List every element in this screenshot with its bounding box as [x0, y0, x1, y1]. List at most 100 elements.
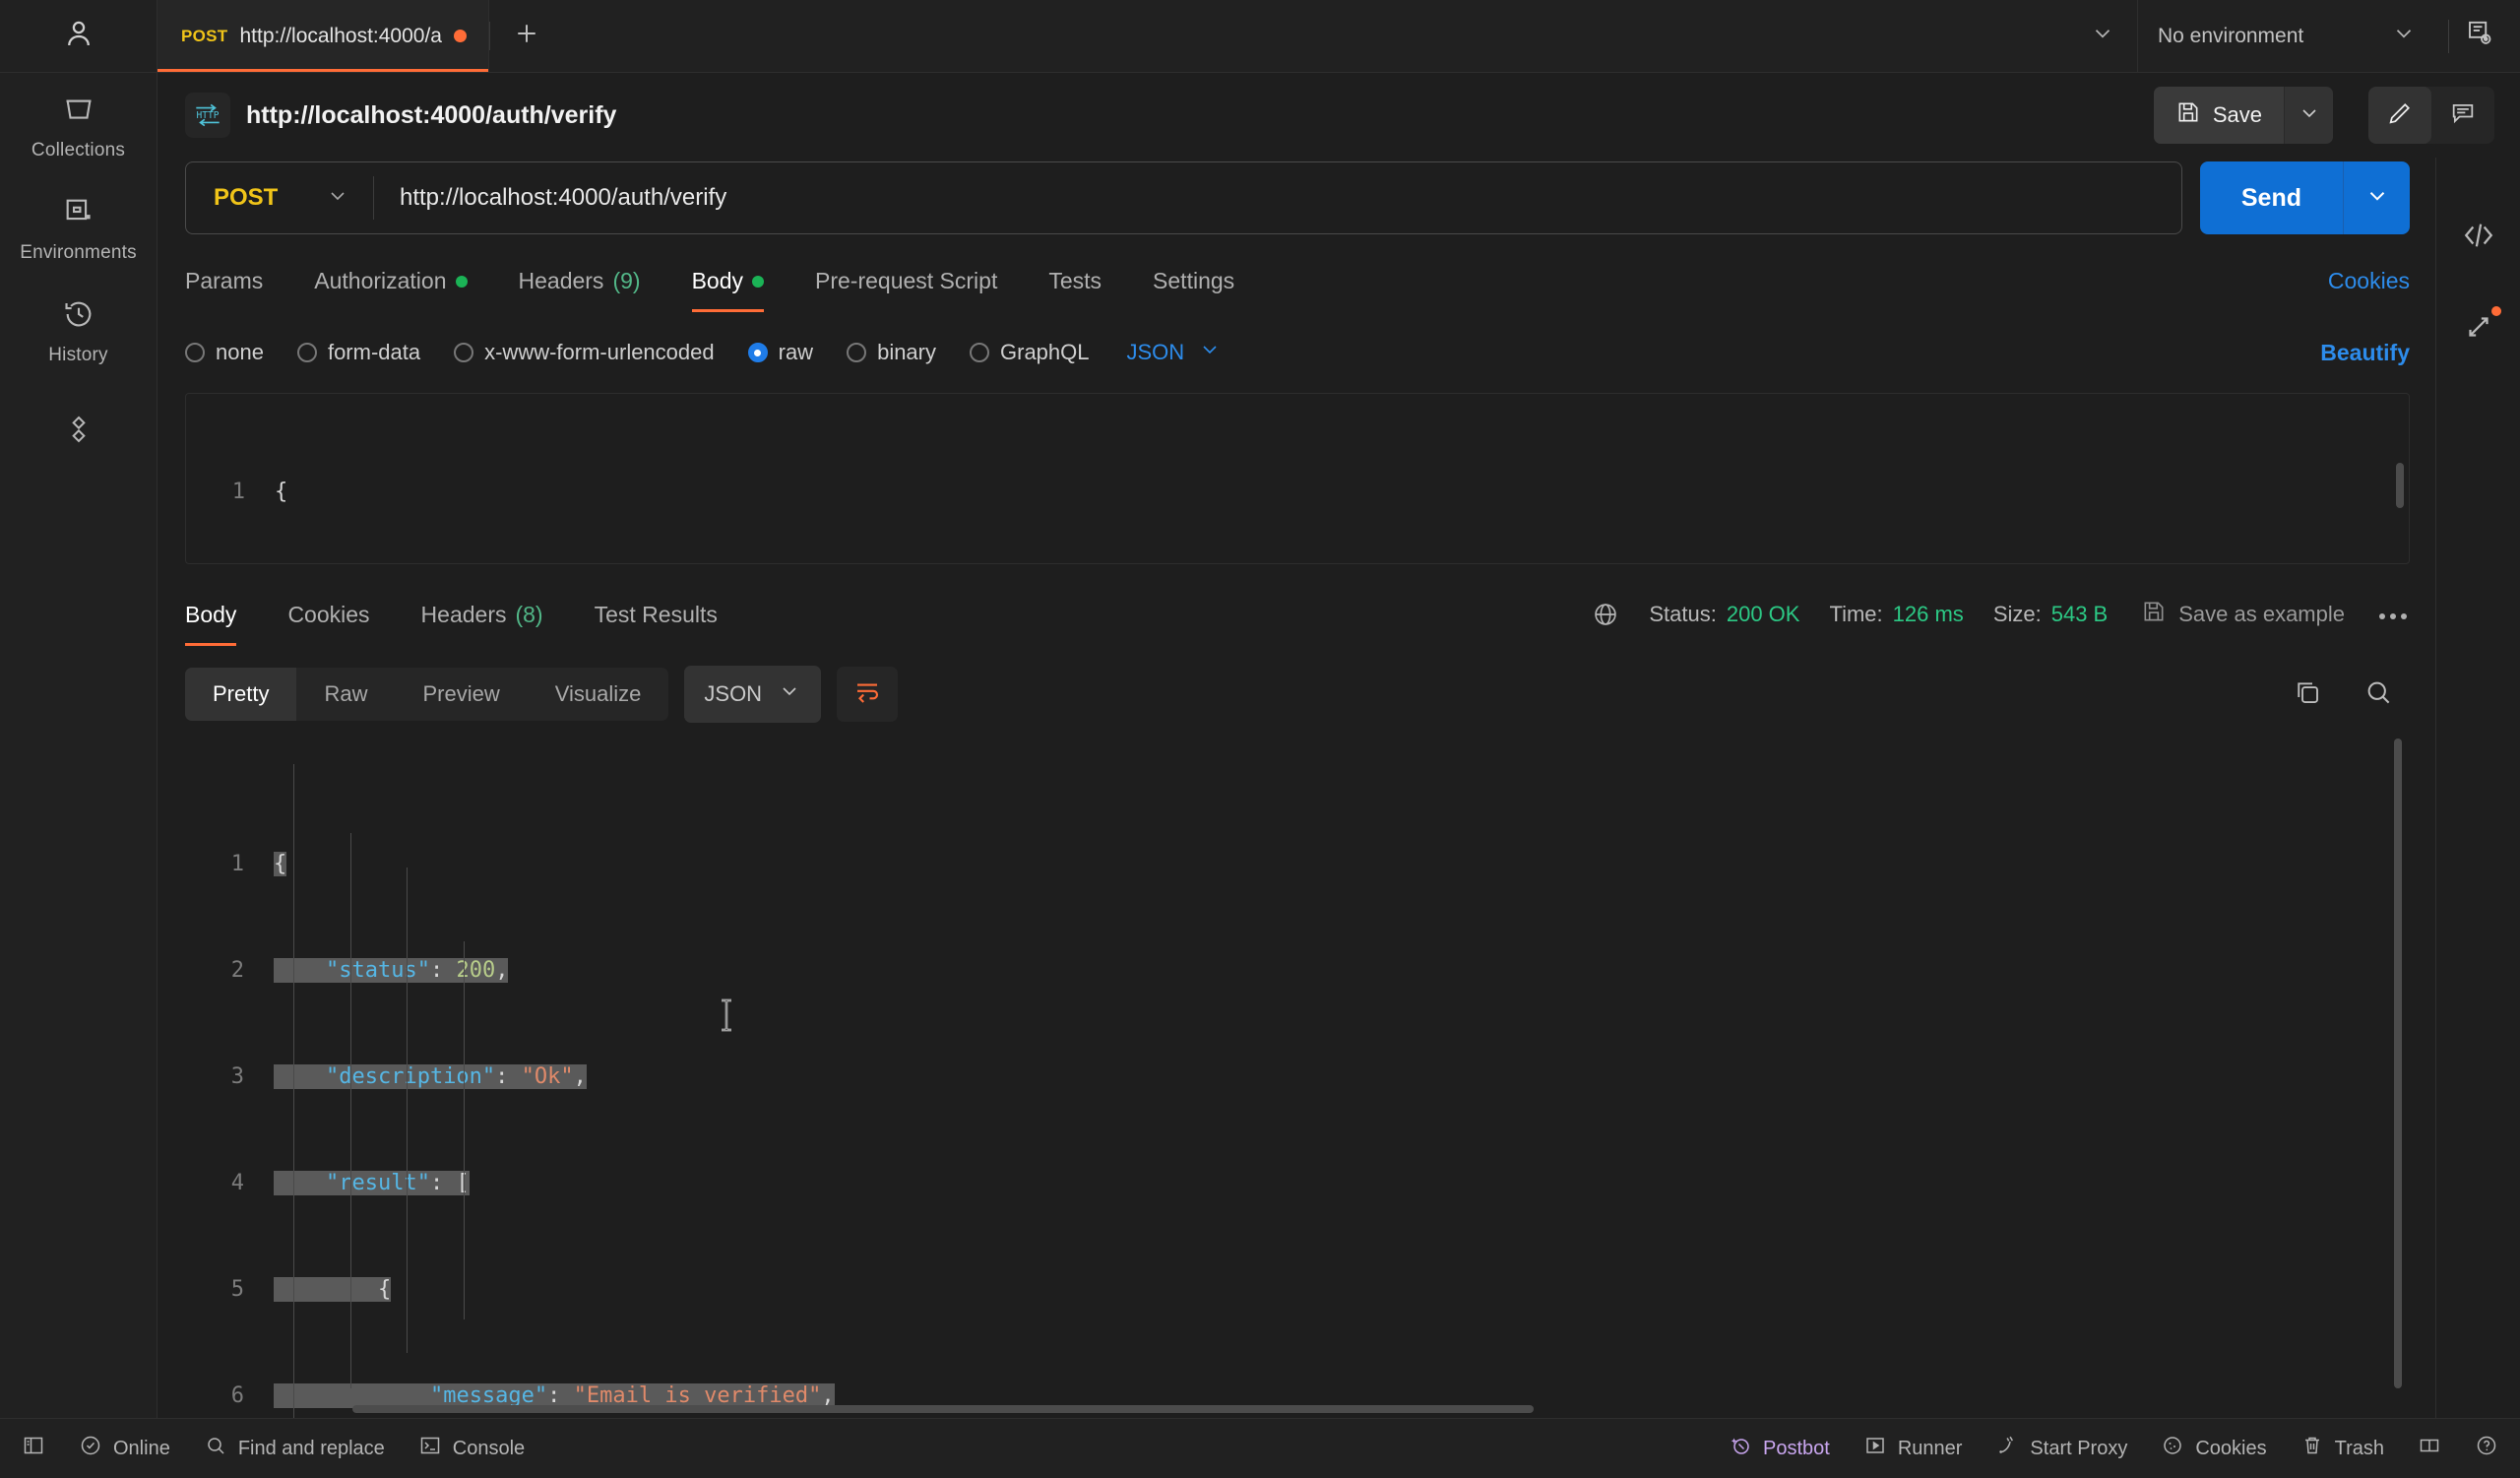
pencil-icon: [2386, 99, 2414, 132]
help-button[interactable]: [2475, 1434, 2498, 1463]
send-button[interactable]: Send: [2200, 161, 2343, 234]
url-input[interactable]: [374, 162, 2181, 233]
tab-body[interactable]: Body: [666, 258, 789, 312]
body-type-binary[interactable]: binary: [847, 340, 936, 365]
response-tab-test-results[interactable]: Test Results: [569, 592, 743, 646]
find-and-replace-label: Find and replace: [238, 1438, 385, 1460]
response-toolbar: Pretty Raw Preview Visualize JSON: [158, 666, 2435, 723]
response-body-code: 1 { 2 "status": 200, 3 "description": "O…: [185, 735, 2410, 1418]
cookies-button[interactable]: Cookies: [2161, 1434, 2266, 1463]
view-mode-preview[interactable]: Preview: [395, 668, 527, 721]
runner-button[interactable]: Runner: [1863, 1434, 1963, 1463]
body-type-raw[interactable]: raw: [748, 340, 813, 365]
tab-authorization[interactable]: Authorization: [288, 258, 492, 312]
console-button[interactable]: Console: [418, 1434, 525, 1463]
request-body-code: 1 { 2 ····"email":·"abcd1234@gmail.com",…: [186, 404, 2409, 564]
postbot-button[interactable]: Postbot: [1729, 1434, 1830, 1463]
tab-settings[interactable]: Settings: [1127, 258, 1260, 312]
body-format-selector[interactable]: JSON: [1127, 338, 1223, 367]
line-number: 6: [185, 1379, 260, 1414]
environment-label: No environment: [2158, 25, 2303, 48]
cookie-icon: [2161, 1434, 2184, 1463]
code-snippet-button[interactable]: [2462, 219, 2495, 257]
share-button[interactable]: [2462, 310, 2495, 349]
response-editor-hscrollbar[interactable]: [352, 1405, 1534, 1413]
environment-quick-look-icon: [2465, 19, 2494, 53]
chevron-down-icon: [2391, 21, 2417, 51]
trash-button[interactable]: Trash: [2300, 1434, 2384, 1463]
sidebar-item-apps[interactable]: [0, 380, 157, 464]
edit-request-button[interactable]: [2368, 87, 2431, 144]
environment-quick-look-button[interactable]: [2465, 19, 2520, 53]
sidebar-toggle-icon: [22, 1434, 45, 1463]
tab-pre-request-script[interactable]: Pre-request Script: [789, 258, 1023, 312]
http-method-selector[interactable]: POST: [186, 162, 373, 233]
response-header: Body Cookies Headers (8) Test Results: [158, 592, 2435, 646]
terminal-icon: [418, 1434, 442, 1463]
response-format-selector[interactable]: JSON: [684, 666, 821, 723]
tab-label: Headers: [421, 602, 507, 628]
view-mode-visualize[interactable]: Visualize: [528, 668, 669, 721]
collections-icon: [62, 93, 95, 131]
response-body-editor[interactable]: 1 { 2 "status": 200, 3 "description": "O…: [185, 735, 2410, 1418]
environment-selector[interactable]: No environment: [2137, 0, 2432, 72]
console-label: Console: [453, 1438, 525, 1460]
request-config-tabs: Params Authorization Headers (9) Body: [158, 258, 2435, 312]
comments-button[interactable]: [2431, 87, 2494, 144]
tab-status-dot: [456, 276, 468, 288]
save-options-button[interactable]: [2284, 87, 2333, 144]
status-value: 200 OK: [1727, 602, 1800, 627]
request-editor-scrollbar[interactable]: [2396, 463, 2404, 508]
sidebar-item-environments[interactable]: Environments: [0, 175, 157, 278]
body-type-row: none form-data x-www-form-urlencoded: [158, 338, 2435, 367]
cookies-link[interactable]: Cookies: [2328, 268, 2410, 312]
response-editor-scrollbar[interactable]: [2394, 739, 2402, 1388]
user-avatar[interactable]: [0, 0, 157, 73]
save-button[interactable]: Save: [2154, 87, 2284, 144]
tab-count: (9): [612, 268, 640, 294]
body-type-urlencoded[interactable]: x-www-form-urlencoded: [454, 340, 715, 365]
response-tab-body[interactable]: Body: [185, 592, 262, 646]
start-proxy-button[interactable]: Start Proxy: [1995, 1434, 2127, 1463]
beautify-button[interactable]: Beautify: [2320, 340, 2410, 366]
main-area: POST http://localhost:4000/a: [158, 0, 2520, 1418]
radio-icon-selected: [748, 343, 768, 362]
response-more-options-button[interactable]: [2376, 600, 2410, 630]
response-tab-headers[interactable]: Headers (8): [396, 592, 569, 646]
toggle-sidebar-button[interactable]: [22, 1434, 45, 1463]
new-tab-button[interactable]: [490, 0, 563, 72]
code-line: 3 "description": "Ok",: [185, 1060, 2410, 1095]
send-options-button[interactable]: [2343, 161, 2410, 234]
response-tab-cookies[interactable]: Cookies: [262, 592, 395, 646]
tab-params[interactable]: Params: [185, 258, 288, 312]
tab-label: Tests: [1048, 268, 1102, 294]
search-response-button[interactable]: [2351, 667, 2406, 722]
user-avatar-icon: [61, 16, 96, 56]
copy-response-button[interactable]: [2280, 667, 2335, 722]
layout-toggle-button[interactable]: [2418, 1434, 2441, 1463]
tab-headers[interactable]: Headers (9): [493, 258, 666, 312]
search-icon: [2363, 677, 2393, 712]
page-title: http://localhost:4000/auth/verify: [246, 101, 616, 130]
request-body-editor[interactable]: 1 { 2 ····"email":·"abcd1234@gmail.com",…: [185, 393, 2410, 564]
save-as-example-label: Save as example: [2178, 602, 2345, 627]
tab-list-dropdown-button[interactable]: [2068, 21, 2137, 51]
sidebar-item-history[interactable]: History: [0, 278, 157, 380]
tab-label: Settings: [1153, 268, 1234, 294]
view-mode-raw[interactable]: Raw: [296, 668, 395, 721]
online-status[interactable]: Online: [79, 1434, 170, 1463]
view-mode-pretty[interactable]: Pretty: [185, 668, 296, 721]
request-header-bar: HTTP http://localhost:4000/auth/verify S…: [158, 73, 2520, 158]
body-type-form-data[interactable]: form-data: [297, 340, 420, 365]
request-tab[interactable]: POST http://localhost:4000/a: [158, 0, 489, 72]
environments-icon: [62, 195, 95, 233]
tab-label: Body: [692, 268, 743, 294]
body-type-graphql[interactable]: GraphQL: [970, 340, 1090, 365]
body-type-none[interactable]: none: [185, 340, 264, 365]
save-as-example-button[interactable]: Save as example: [2141, 599, 2345, 630]
find-and-replace-button[interactable]: Find and replace: [204, 1434, 385, 1463]
word-wrap-button[interactable]: [837, 667, 898, 722]
sidebar-item-collections[interactable]: Collections: [0, 73, 157, 175]
radio-icon: [970, 343, 989, 362]
tab-tests[interactable]: Tests: [1023, 258, 1127, 312]
